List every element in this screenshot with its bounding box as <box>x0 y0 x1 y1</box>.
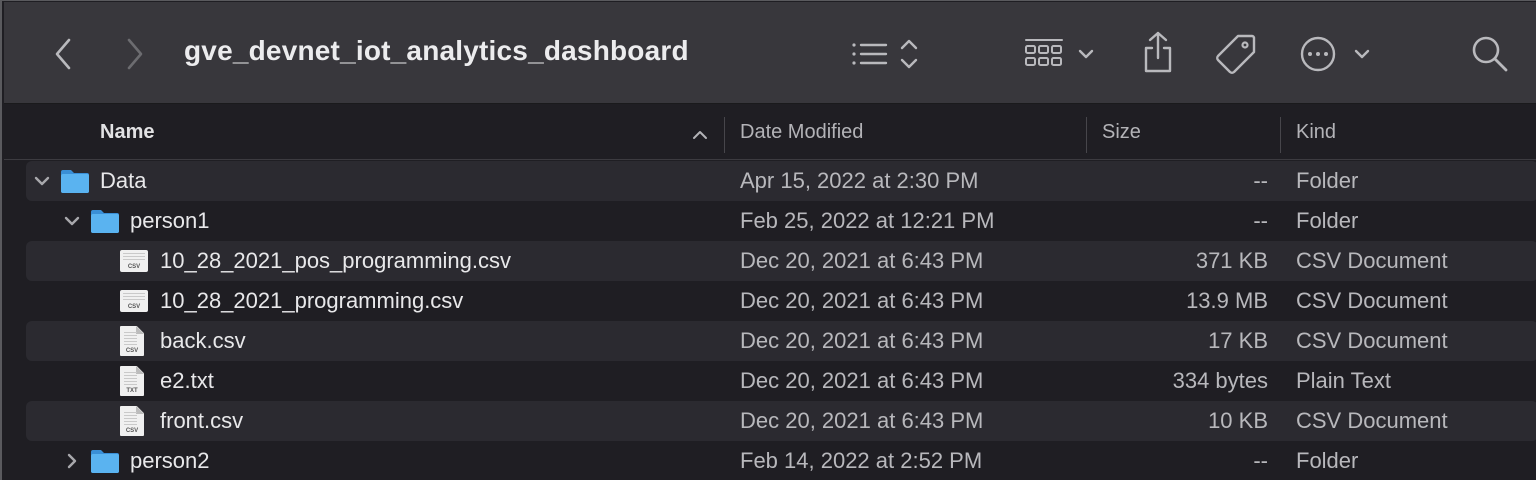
column-divider[interactable] <box>724 117 725 153</box>
item-date-modified: Feb 14, 2022 at 2:52 PM <box>740 448 983 473</box>
column-date-header[interactable]: Date Modified <box>740 105 863 160</box>
item-kind: CSV Document <box>1296 248 1448 273</box>
item-size: 17 KB <box>1208 328 1268 353</box>
item-date-modified: Dec 20, 2021 at 6:43 PM <box>740 248 984 273</box>
item-date-modified: Feb 25, 2022 at 12:21 PM <box>740 208 995 233</box>
more-actions-button[interactable] <box>1296 32 1376 76</box>
item-name: e2.txt <box>160 368 214 393</box>
search-icon <box>1472 36 1508 72</box>
item-name: person1 <box>130 208 210 233</box>
item-date-modified: Dec 20, 2021 at 6:43 PM <box>740 328 984 353</box>
item-kind: Folder <box>1296 168 1359 193</box>
item-size: 10 KB <box>1208 408 1268 433</box>
csv-file-icon: CSV <box>120 290 148 312</box>
chevron-left-icon <box>55 38 71 70</box>
file-row[interactable]: CSV 10_28_2021_programming.csv Dec 20, 202… <box>26 281 1536 321</box>
item-name: 10_28_2021_programming.csv <box>160 288 464 313</box>
csv-file-icon: CSV <box>120 250 148 272</box>
item-name: person2 <box>130 448 210 473</box>
column-header: Name Date Modified Size Kind <box>4 105 1536 160</box>
share-button[interactable] <box>1136 26 1180 78</box>
toolbar: gve_devnet_iot_analytics_dashboard <box>4 2 1536 104</box>
csv-file-icon: CSV <box>120 406 144 436</box>
group-view-button[interactable] <box>1022 32 1102 76</box>
folder-row[interactable]: person1 Feb 25, 2022 at 12:21 PM -- Folder <box>26 201 1536 241</box>
disclosure-expanded-icon[interactable] <box>32 171 52 191</box>
item-size: 371 KB <box>1195 248 1268 273</box>
item-kind: Folder <box>1296 208 1359 233</box>
column-divider[interactable] <box>1280 117 1281 153</box>
column-divider[interactable] <box>1086 117 1087 153</box>
file-row[interactable]: CSV back.csv Dec 20, 2021 at 6:43 PM 17 KB C… <box>26 321 1536 361</box>
column-name-header[interactable]: Name <box>100 105 154 160</box>
more-icon <box>1300 36 1370 72</box>
item-name: back.csv <box>160 328 246 353</box>
list-view-button[interactable] <box>844 32 924 76</box>
item-date-modified: Dec 20, 2021 at 6:43 PM <box>740 288 984 313</box>
file-list: Data Apr 15, 2022 at 2:30 PM -- Folder perso… <box>26 161 1536 480</box>
window-title: gve_devnet_iot_analytics_dashboard <box>184 35 689 66</box>
column-size-header[interactable]: Size <box>1102 105 1141 160</box>
column-kind-header[interactable]: Kind <box>1296 105 1336 160</box>
share-icon <box>1144 31 1172 73</box>
item-size: -- <box>1253 168 1268 193</box>
folder-icon <box>90 448 120 474</box>
search-button[interactable] <box>1466 30 1514 78</box>
text-file-icon: TXT <box>120 366 144 396</box>
item-kind: CSV Document <box>1296 328 1448 353</box>
item-size: 13.9 MB <box>1186 288 1268 313</box>
back-button[interactable] <box>46 32 82 76</box>
item-size: -- <box>1253 208 1268 233</box>
item-date-modified: Dec 20, 2021 at 6:43 PM <box>740 368 984 393</box>
item-kind: CSV Document <box>1296 408 1448 433</box>
item-kind: Plain Text <box>1296 368 1391 393</box>
chevron-right-icon <box>127 38 143 70</box>
tag-button[interactable] <box>1210 30 1262 78</box>
forward-button[interactable] <box>116 32 152 76</box>
csv-file-icon: CSV <box>120 326 144 356</box>
folder-icon <box>60 168 90 194</box>
file-row[interactable]: CSV 10_28_2021_pos_programming.csv Dec 20,… <box>26 241 1536 281</box>
tag-icon <box>1216 34 1256 74</box>
sort-ascending-icon[interactable] <box>690 125 710 145</box>
file-row[interactable]: TXT e2.txt Dec 20, 2021 at 6:43 PM 334 byte… <box>26 361 1536 401</box>
list-view-icon <box>852 39 918 69</box>
folder-icon <box>90 208 120 234</box>
item-name: 10_28_2021_pos_programming.csv <box>160 248 512 273</box>
item-name: front.csv <box>160 408 244 433</box>
item-size: 334 bytes <box>1172 368 1268 393</box>
folder-row[interactable]: person2 Feb 14, 2022 at 2:52 PM -- Folder <box>26 441 1536 480</box>
disclosure-expanded-icon[interactable] <box>62 211 82 231</box>
grid-view-icon <box>1025 39 1094 66</box>
item-date-modified: Apr 15, 2022 at 2:30 PM <box>740 168 979 193</box>
item-size: -- <box>1253 448 1268 473</box>
disclosure-collapsed-icon[interactable] <box>62 451 82 471</box>
item-kind: CSV Document <box>1296 288 1448 313</box>
finder-window: gve_devnet_iot_analytics_dashboard Name … <box>0 0 1536 480</box>
folder-row[interactable]: Data Apr 15, 2022 at 2:30 PM -- Folder <box>26 161 1536 201</box>
item-date-modified: Dec 20, 2021 at 6:43 PM <box>740 408 984 433</box>
file-row[interactable]: CSV front.csv Dec 20, 2021 at 6:43 PM 10 KB… <box>26 401 1536 441</box>
item-name: Data <box>100 168 147 193</box>
item-kind: Folder <box>1296 448 1359 473</box>
